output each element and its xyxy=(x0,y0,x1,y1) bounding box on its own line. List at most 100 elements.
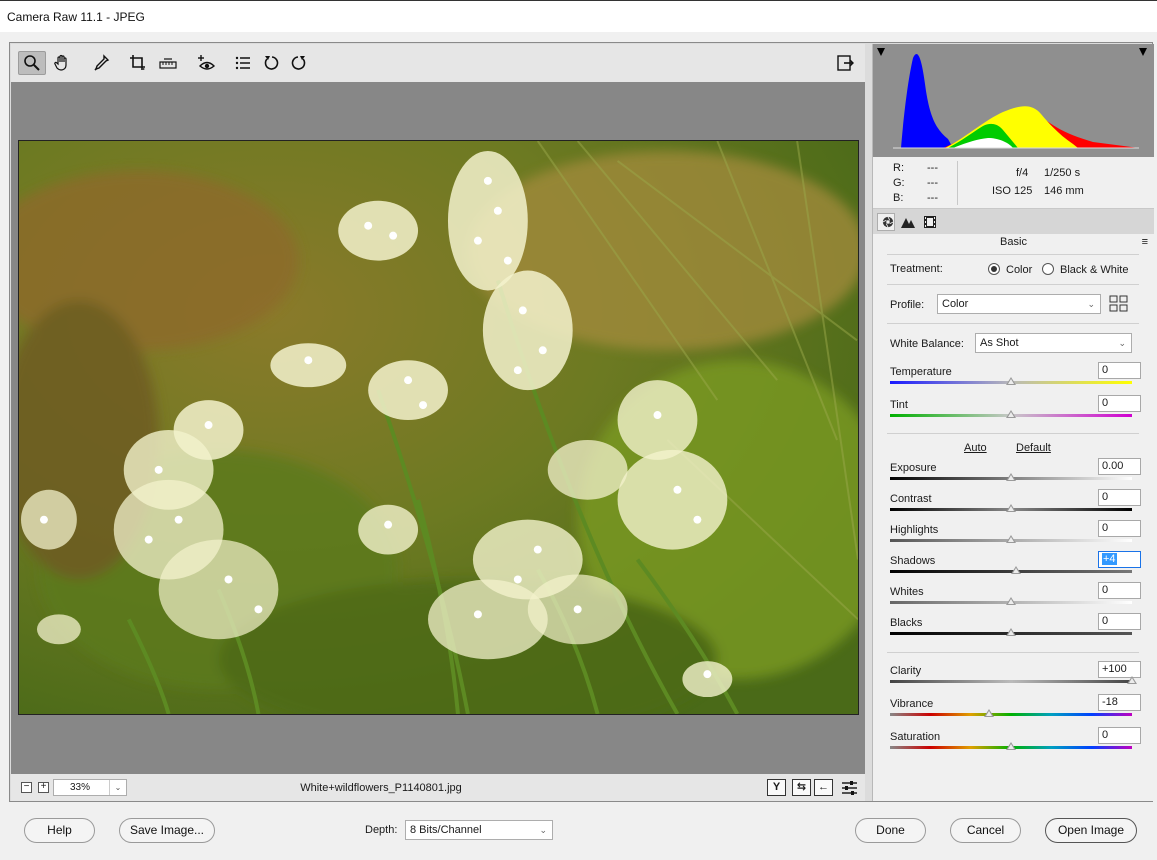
profile-value: Color xyxy=(942,298,969,310)
treatment-label: Treatment: xyxy=(890,263,943,275)
presets-tool-button[interactable] xyxy=(229,51,257,75)
swap-settings-button[interactable]: ⇆ xyxy=(792,779,811,796)
hand-icon xyxy=(54,54,67,71)
open-image-button[interactable]: Open Image xyxy=(1045,818,1137,843)
slider-value-input[interactable]: 0 xyxy=(1098,362,1141,379)
slider-thumb[interactable] xyxy=(1006,742,1016,750)
slider-label: Clarity xyxy=(890,665,922,677)
slider-value-input[interactable]: 0 xyxy=(1098,582,1141,599)
tab-basic[interactable] xyxy=(877,213,895,231)
slider-track[interactable] xyxy=(890,713,1132,716)
white-balance-label: White Balance: xyxy=(890,338,964,350)
slider-value-input[interactable]: +4 xyxy=(1098,551,1141,568)
eyedropper-icon xyxy=(94,54,110,71)
g-label: G: xyxy=(893,177,905,189)
save-image-button[interactable]: Save Image... xyxy=(119,818,215,843)
preview-status-bar: − + 33% ⌄ White+wildflowers_P1140801.jpg… xyxy=(11,774,865,801)
white-balance-value: As Shot xyxy=(980,337,1019,349)
done-button[interactable]: Done xyxy=(855,818,926,843)
treatment-bw-radio[interactable] xyxy=(1042,263,1054,275)
adjustments-panel: R: --- G: --- B: --- f/4 1/250 s ISO 125… xyxy=(872,44,1154,801)
before-after-button[interactable]: Y xyxy=(767,779,786,796)
slider-thumb[interactable] xyxy=(1006,628,1016,636)
slider-value-input[interactable]: 0 xyxy=(1098,520,1141,537)
slider-thumb[interactable] xyxy=(1006,535,1016,543)
slider-value-input[interactable]: -18 xyxy=(1098,694,1141,711)
slider-value: 0 xyxy=(1102,491,1109,503)
zoom-out-button[interactable]: − xyxy=(21,782,32,793)
title-bar: Camera Raw 11.1 - JPEG xyxy=(0,0,1157,32)
white-balance-select[interactable]: As Shot ⌄ xyxy=(975,333,1132,353)
slider-value: +100 xyxy=(1102,663,1127,675)
g-value: --- xyxy=(927,177,938,189)
default-link[interactable]: Default xyxy=(1016,442,1051,454)
help-button[interactable]: Help xyxy=(24,818,95,843)
slider-thumb[interactable] xyxy=(1006,504,1016,512)
window-title: Camera Raw 11.1 - JPEG xyxy=(7,10,145,24)
rotate-cw-button[interactable] xyxy=(284,51,312,75)
chevron-down-icon: ⌄ xyxy=(1118,338,1126,348)
slider-value-input[interactable]: 0 xyxy=(1098,395,1141,412)
white-balance-tool-button[interactable] xyxy=(87,51,115,75)
red-eye-tool-button[interactable] xyxy=(192,51,220,75)
slider-thumb[interactable] xyxy=(984,709,995,717)
cancel-button[interactable]: Cancel xyxy=(950,818,1021,843)
slider-thumb[interactable] xyxy=(1006,473,1016,481)
slider-track[interactable] xyxy=(890,680,1132,683)
depth-value: 8 Bits/Channel xyxy=(410,824,482,836)
straighten-tool-button[interactable] xyxy=(154,51,182,75)
slider-thumb[interactable] xyxy=(1127,676,1137,684)
depth-select[interactable]: 8 Bits/Channel ⌄ xyxy=(405,820,553,840)
slider-label: Saturation xyxy=(890,731,941,743)
rotate-ccw-button[interactable] xyxy=(258,51,286,75)
zoom-tool-button[interactable] xyxy=(18,51,46,75)
slider-value-input[interactable]: 0.00 xyxy=(1098,458,1141,475)
photo-preview[interactable] xyxy=(18,140,859,715)
wildflowers-photo xyxy=(19,141,858,714)
info-separator xyxy=(957,161,958,205)
slider-value: 0.00 xyxy=(1102,460,1124,472)
rotate-ccw-icon xyxy=(264,56,279,70)
file-name: White+wildflowers_P1140801.jpg xyxy=(300,782,462,794)
slider-value-input[interactable]: 0 xyxy=(1098,489,1141,506)
profile-browser-button[interactable] xyxy=(1109,295,1129,313)
slider-value: 0 xyxy=(1102,729,1109,741)
aperture: f/4 xyxy=(1016,167,1029,179)
slider-value: 0 xyxy=(1102,615,1109,627)
slider-thumb[interactable] xyxy=(1006,597,1016,605)
crop-tool-button[interactable] xyxy=(124,51,152,75)
histogram xyxy=(873,44,1154,157)
tab-detail[interactable] xyxy=(899,213,917,231)
hand-tool-button[interactable] xyxy=(48,51,76,75)
straighten-icon xyxy=(159,58,177,69)
slider-value-input[interactable]: 0 xyxy=(1098,727,1141,744)
zoom-level-select[interactable]: 33% ⌄ xyxy=(53,779,127,796)
filmstrip-toggle-button[interactable] xyxy=(831,51,859,75)
slider-thumb[interactable] xyxy=(1006,377,1016,385)
treatment-color-radio[interactable] xyxy=(988,263,1000,275)
zoom-in-button[interactable]: + xyxy=(38,782,49,793)
tab-filmstrip[interactable] xyxy=(921,213,939,231)
slider-thumb[interactable] xyxy=(1006,410,1016,418)
slider-value: 0 xyxy=(1102,522,1109,534)
profile-label: Profile: xyxy=(890,299,925,311)
b-value: --- xyxy=(927,192,938,204)
copy-settings-button[interactable]: ← xyxy=(814,779,833,796)
main-frame: − + 33% ⌄ White+wildflowers_P1140801.jpg… xyxy=(9,42,1154,802)
crop-icon xyxy=(130,55,145,70)
preview-settings-button[interactable] xyxy=(840,779,859,796)
red-eye-icon xyxy=(198,55,216,70)
mountains-icon xyxy=(901,218,915,228)
slider-value: 0 xyxy=(1102,584,1109,596)
auto-link[interactable]: Auto xyxy=(964,442,987,454)
slider-value-input[interactable]: 0 xyxy=(1098,613,1141,630)
divider xyxy=(887,323,1139,324)
slider-label: Blacks xyxy=(890,617,923,629)
panel-menu-button[interactable]: ≡ xyxy=(1142,236,1148,248)
profile-select[interactable]: Color ⌄ xyxy=(937,294,1101,314)
iso: ISO 125 xyxy=(992,185,1033,197)
slider-label: Exposure xyxy=(890,462,937,474)
chevron-down-icon: ⌄ xyxy=(109,780,126,795)
preview-canvas[interactable] xyxy=(11,82,865,774)
slider-thumb[interactable] xyxy=(1010,566,1021,574)
